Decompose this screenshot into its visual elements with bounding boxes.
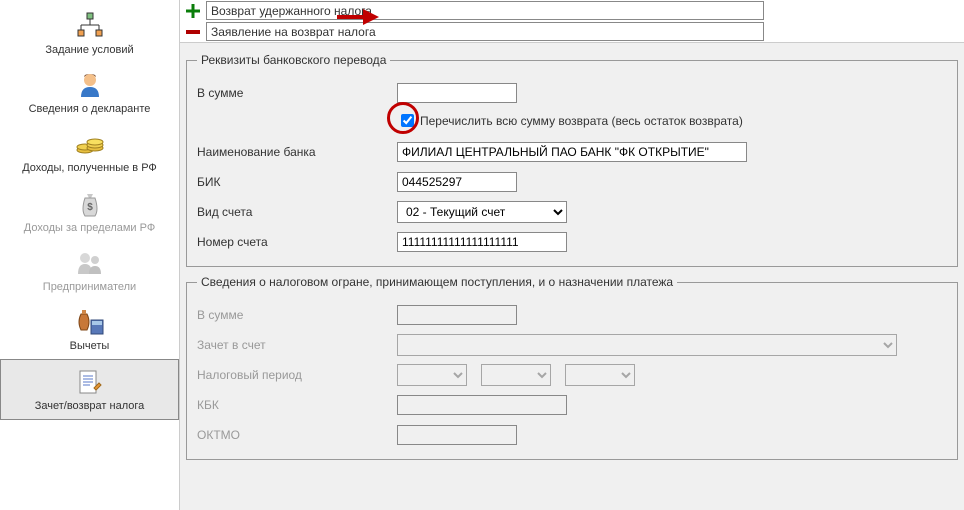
account-num-input[interactable] — [397, 232, 567, 252]
person-icon — [74, 69, 106, 101]
minus-icon — [185, 24, 201, 40]
account-num-label: Номер счета — [197, 235, 397, 249]
kbk-input — [397, 395, 567, 415]
transfer-all-checkbox[interactable] — [401, 114, 414, 127]
oktmo-label: ОКТМО — [197, 428, 397, 442]
credit-select — [397, 334, 897, 356]
group-legend: Сведения о налоговом огране, принимающем… — [197, 275, 677, 289]
nav-income-foreign[interactable]: $ Доходы за пределами РФ — [0, 182, 179, 241]
vase-calc-icon — [74, 306, 106, 338]
nav-label: Доходы за пределами РФ — [24, 222, 155, 235]
nav-label: Задание условий — [45, 44, 133, 57]
period-select-3 — [565, 364, 635, 386]
remove-row-button[interactable] — [180, 24, 206, 40]
coins-icon — [74, 128, 106, 160]
bank-name-input[interactable] — [397, 142, 747, 162]
nav-conditions[interactable]: Задание условий — [0, 4, 179, 63]
list-row-1[interactable]: Возврат удержанного налога — [206, 1, 764, 20]
period-select-1 — [397, 364, 467, 386]
account-type-select[interactable]: 02 - Текущий счет — [397, 201, 567, 223]
money-bag-icon: $ — [74, 188, 106, 220]
oktmo-input — [397, 425, 517, 445]
amount2-input — [397, 305, 517, 325]
nav-label: Предприниматели — [43, 281, 136, 294]
nav-credit-refund[interactable]: Зачет/возврат налога — [0, 359, 179, 420]
credit-label: Зачет в счет — [197, 338, 397, 352]
nav-label: Сведения о декларанте — [29, 103, 151, 116]
list-row-2[interactable]: Заявление на возврат налога — [206, 22, 764, 41]
plus-icon — [185, 3, 201, 19]
account-type-label: Вид счета — [197, 205, 397, 219]
period-select-2 — [481, 364, 551, 386]
tax-authority-group: Сведения о налоговом огране, принимающем… — [186, 275, 958, 460]
flowchart-icon — [74, 10, 106, 42]
nav-label: Доходы, полученные в РФ — [22, 162, 157, 175]
bik-input[interactable] — [397, 172, 517, 192]
nav-label: Вычеты — [70, 340, 110, 353]
nav-deductions[interactable]: Вычеты — [0, 300, 179, 359]
nav-label: Зачет/возврат налога — [35, 400, 145, 413]
sidebar: Задание условий Сведения о декларанте — [0, 0, 180, 510]
svg-text:$: $ — [87, 202, 93, 213]
group-legend: Реквизиты банковского перевода — [197, 53, 390, 67]
kbk-label: КБК — [197, 398, 397, 412]
top-list: Возврат удержанного налога Заявление на … — [180, 0, 964, 43]
nav-declarant[interactable]: Сведения о декларанте — [0, 63, 179, 122]
bank-name-label: Наименование банка — [197, 145, 397, 159]
add-row-button[interactable] — [180, 3, 206, 19]
transfer-all-label: Перечислить всю сумму возврата (весь ост… — [420, 114, 743, 128]
amount-label: В сумме — [197, 86, 397, 100]
nav-entrepreneurs[interactable]: Предприниматели — [0, 241, 179, 300]
amount2-label: В сумме — [197, 308, 397, 322]
bank-transfer-group: Реквизиты банковского перевода В сумме П… — [186, 53, 958, 267]
period-label: Налоговый период — [197, 368, 397, 382]
amount-input[interactable] — [397, 83, 517, 103]
document-pencil-icon — [74, 366, 106, 398]
main-panel: Возврат удержанного налога Заявление на … — [180, 0, 964, 510]
people-icon — [74, 247, 106, 279]
nav-income-rf[interactable]: Доходы, полученные в РФ — [0, 122, 179, 181]
bik-label: БИК — [197, 175, 397, 189]
